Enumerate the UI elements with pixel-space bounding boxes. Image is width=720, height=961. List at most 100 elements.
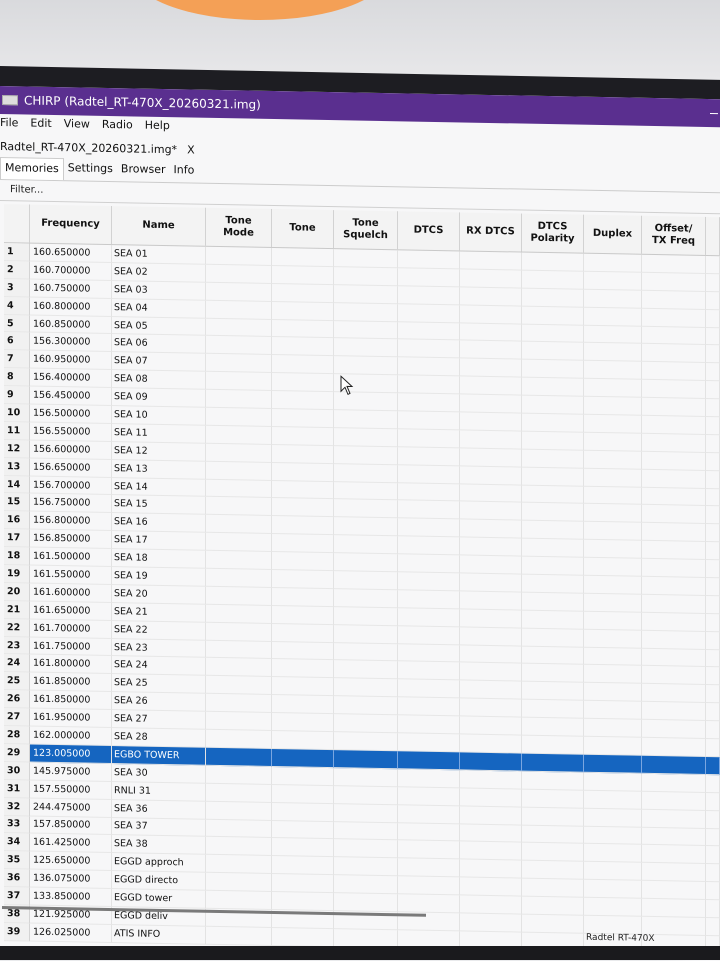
empty-cell[interactable] — [522, 699, 584, 719]
empty-cell[interactable] — [460, 519, 522, 539]
menu-help[interactable]: Help — [145, 119, 170, 139]
frequency-cell[interactable]: 161.950000 — [30, 708, 112, 729]
empty-cell[interactable] — [706, 542, 720, 561]
empty-cell[interactable] — [642, 648, 706, 668]
empty-cell[interactable] — [272, 605, 334, 625]
row-number[interactable]: 5 — [4, 314, 30, 334]
empty-cell[interactable] — [272, 802, 334, 822]
empty-cell[interactable] — [272, 820, 334, 840]
empty-cell[interactable] — [522, 681, 584, 701]
name-cell[interactable]: SEA 11 — [112, 423, 206, 444]
empty-cell[interactable] — [642, 505, 706, 525]
empty-cell[interactable] — [584, 575, 642, 595]
frequency-cell[interactable]: 160.850000 — [30, 315, 112, 335]
row-number[interactable]: 22 — [4, 618, 30, 638]
empty-cell[interactable] — [398, 661, 460, 681]
name-cell[interactable]: SEA 36 — [112, 799, 206, 820]
empty-cell[interactable] — [706, 381, 720, 400]
empty-cell[interactable] — [642, 666, 706, 686]
empty-cell[interactable] — [522, 449, 584, 469]
empty-cell[interactable] — [584, 826, 642, 846]
empty-cell[interactable] — [398, 447, 460, 467]
empty-cell[interactable] — [398, 858, 460, 878]
name-cell[interactable]: EGBO TOWER — [112, 745, 206, 766]
empty-cell[interactable] — [642, 737, 706, 757]
empty-cell[interactable] — [272, 748, 334, 768]
empty-cell[interactable] — [272, 534, 334, 554]
name-cell[interactable]: SEA 22 — [112, 620, 206, 641]
empty-cell[interactable] — [584, 557, 642, 577]
empty-cell[interactable] — [584, 611, 642, 631]
empty-cell[interactable] — [460, 501, 522, 521]
empty-cell[interactable] — [272, 462, 334, 482]
empty-cell[interactable] — [398, 679, 460, 699]
empty-cell[interactable] — [706, 864, 720, 883]
empty-cell[interactable] — [642, 916, 706, 936]
filter-input[interactable]: Filter... — [10, 184, 43, 196]
empty-cell[interactable] — [706, 524, 720, 543]
empty-cell[interactable] — [522, 664, 584, 684]
frequency-cell[interactable]: 160.800000 — [30, 297, 112, 317]
row-number[interactable]: 14 — [4, 475, 30, 495]
name-cell[interactable]: SEA 37 — [112, 817, 206, 838]
empty-cell[interactable] — [398, 411, 460, 431]
empty-cell[interactable] — [460, 412, 522, 432]
name-cell[interactable]: SEA 25 — [112, 674, 206, 695]
empty-cell[interactable] — [584, 629, 642, 649]
empty-cell[interactable] — [522, 467, 584, 487]
empty-cell[interactable] — [206, 711, 272, 732]
empty-cell[interactable] — [334, 785, 398, 805]
empty-cell[interactable] — [206, 568, 272, 588]
column-header-name[interactable]: Name — [112, 206, 206, 246]
frequency-cell[interactable]: 161.700000 — [30, 619, 112, 639]
empty-cell[interactable] — [584, 772, 642, 792]
empty-cell[interactable] — [460, 287, 522, 307]
empty-cell[interactable] — [272, 516, 334, 536]
empty-cell[interactable] — [522, 771, 584, 791]
empty-cell[interactable] — [642, 809, 706, 829]
empty-cell[interactable] — [398, 643, 460, 663]
empty-cell[interactable] — [206, 461, 272, 481]
empty-cell[interactable] — [584, 253, 642, 273]
empty-cell[interactable] — [334, 267, 398, 287]
empty-cell[interactable] — [460, 734, 522, 754]
empty-cell[interactable] — [334, 553, 398, 573]
row-number[interactable]: 16 — [4, 511, 30, 530]
name-cell[interactable]: SEA 08 — [112, 370, 206, 390]
frequency-cell[interactable]: 156.800000 — [30, 511, 112, 532]
empty-cell[interactable] — [584, 539, 642, 559]
row-number[interactable]: 30 — [4, 761, 30, 781]
empty-cell[interactable] — [398, 554, 460, 574]
empty-cell[interactable] — [206, 872, 272, 893]
name-cell[interactable]: SEA 03 — [112, 280, 206, 301]
row-number[interactable]: 32 — [4, 797, 30, 817]
empty-cell[interactable] — [706, 416, 720, 436]
empty-cell[interactable] — [522, 574, 584, 594]
empty-cell[interactable] — [272, 713, 334, 733]
frequency-cell[interactable]: 156.550000 — [30, 422, 112, 442]
empty-cell[interactable] — [584, 718, 642, 738]
empty-cell[interactable] — [706, 452, 720, 471]
empty-cell[interactable] — [206, 658, 272, 678]
empty-cell[interactable] — [460, 627, 522, 647]
close-icon[interactable]: X — [187, 143, 195, 156]
empty-cell[interactable] — [522, 431, 584, 451]
frequency-cell[interactable]: 156.650000 — [30, 458, 112, 478]
empty-cell[interactable] — [272, 659, 334, 679]
empty-cell[interactable] — [642, 362, 706, 382]
frequency-cell[interactable]: 160.650000 — [30, 243, 112, 263]
empty-cell[interactable] — [584, 736, 642, 756]
empty-cell[interactable] — [522, 789, 584, 809]
row-number[interactable]: 26 — [4, 690, 30, 709]
empty-cell[interactable] — [206, 318, 272, 338]
empty-cell[interactable] — [334, 338, 398, 358]
empty-cell[interactable] — [584, 700, 642, 720]
empty-cell[interactable] — [460, 358, 522, 378]
frequency-cell[interactable]: 162.000000 — [30, 726, 112, 746]
empty-cell[interactable] — [642, 612, 706, 632]
empty-cell[interactable] — [334, 606, 398, 626]
row-number[interactable]: 17 — [4, 529, 30, 548]
empty-cell[interactable] — [706, 506, 720, 525]
name-cell[interactable]: SEA 17 — [112, 531, 206, 551]
frequency-cell[interactable]: 161.500000 — [30, 547, 112, 568]
